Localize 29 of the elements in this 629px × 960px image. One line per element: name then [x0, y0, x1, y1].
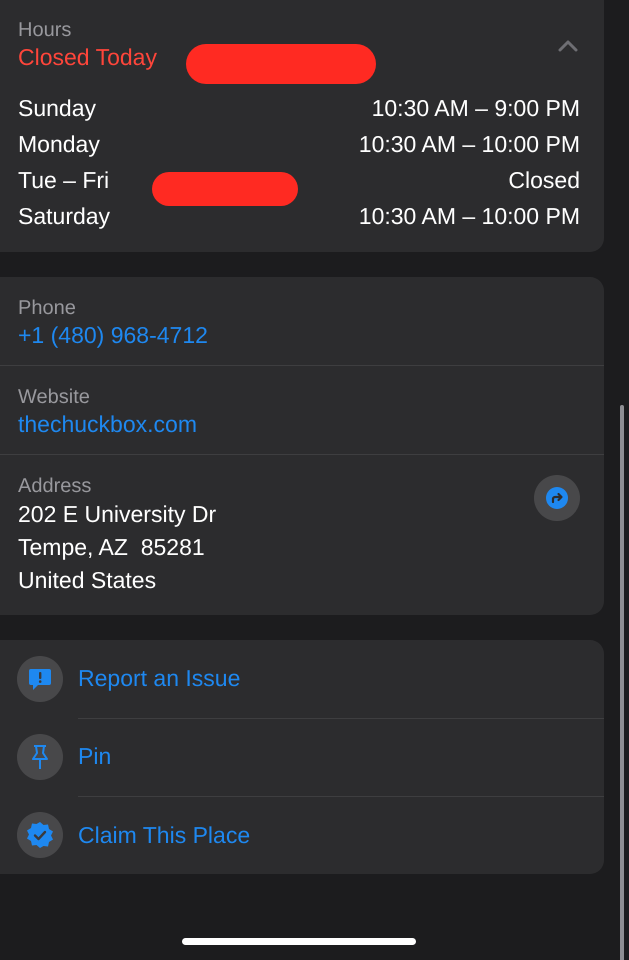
hours-label: Hours [18, 18, 72, 42]
speech-bubble-icon [27, 666, 53, 692]
day-label: Monday [18, 130, 100, 158]
address-line: Tempe, AZ 85281 [18, 534, 205, 560]
action-icon-circle[interactable] [17, 656, 63, 702]
action-icon-circle[interactable] [17, 812, 63, 858]
action-link[interactable]: Report an Issue [78, 665, 240, 692]
hours-time: 10:30 AM – 10:00 PM [358, 130, 580, 158]
action-link[interactable]: Pin [78, 743, 112, 770]
field-label: Phone [18, 296, 77, 320]
hours-time: 10:30 AM – 10:00 PM [358, 202, 580, 230]
action-icon-circle[interactable] [17, 734, 63, 780]
action-link[interactable]: Claim This Place [78, 822, 250, 848]
field-label: Address [18, 474, 92, 498]
day-label: Sunday [18, 94, 96, 122]
verified-badge-icon [26, 821, 54, 849]
hours-time: Closed [508, 166, 580, 194]
address-line: United States [18, 567, 156, 593]
directions-button[interactable] [534, 475, 580, 521]
address-line: 202 E University Dr [18, 501, 216, 527]
hours-status: Closed Today [18, 44, 157, 70]
day-label: Tue – Fri [18, 166, 110, 194]
field-label: Website [18, 385, 91, 409]
contact-link[interactable]: +1 (480) 968-4712 [18, 322, 208, 348]
contact-link[interactable]: thechuckbox.com [18, 411, 197, 437]
hours-time: 10:30 AM – 9:00 PM [372, 94, 580, 122]
directions-icon [546, 487, 568, 509]
chevron-icon[interactable] [558, 40, 578, 52]
day-label: Saturday [18, 202, 110, 230]
